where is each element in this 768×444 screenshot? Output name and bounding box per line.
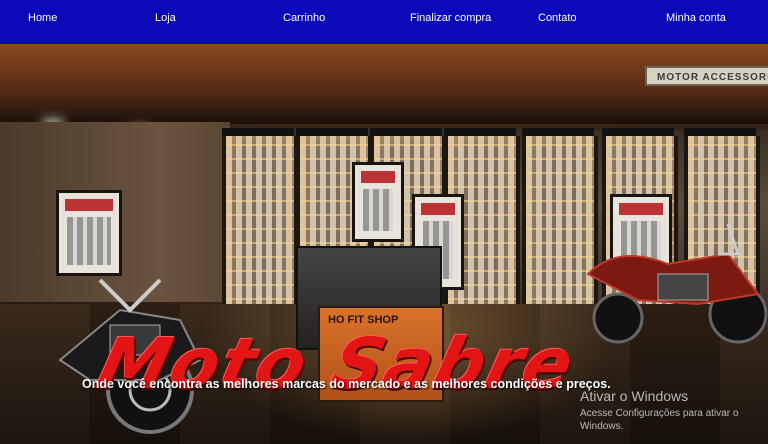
main-navbar: Home Loja Carrinho Finalizar compra Cont… bbox=[0, 0, 768, 44]
nav-link-checkout[interactable]: Finalizar compra bbox=[410, 12, 491, 24]
hero-tagline: Onde você encontra as melhores marcas do… bbox=[82, 377, 611, 391]
nav-link-cart[interactable]: Carrinho bbox=[283, 12, 325, 24]
shelf-header bbox=[444, 128, 516, 136]
display-board bbox=[352, 162, 404, 242]
ceiling-beam bbox=[0, 104, 768, 124]
motor-accessories-sign: MOTOR ACCESSORIES bbox=[645, 66, 768, 86]
shelf-header bbox=[296, 128, 368, 136]
nav-link-home[interactable]: Home bbox=[28, 12, 57, 24]
shelf-header bbox=[222, 128, 294, 136]
windows-activation-watermark: Ativar o Windows Acesse Configurações pa… bbox=[580, 388, 768, 433]
activation-message: Acesse Configurações para ativar o Windo… bbox=[580, 408, 739, 432]
shelf-header bbox=[602, 128, 674, 136]
product-shelf bbox=[222, 136, 298, 314]
nav-link-my-account[interactable]: Minha conta bbox=[666, 12, 726, 24]
activation-title: Ativar o Windows bbox=[580, 388, 689, 404]
nav-link-contact[interactable]: Contato bbox=[538, 12, 577, 24]
shelf-header bbox=[370, 128, 442, 136]
shelf-header bbox=[522, 128, 594, 136]
shelf-header bbox=[684, 128, 756, 136]
nav-link-store[interactable]: Loja bbox=[155, 12, 176, 24]
